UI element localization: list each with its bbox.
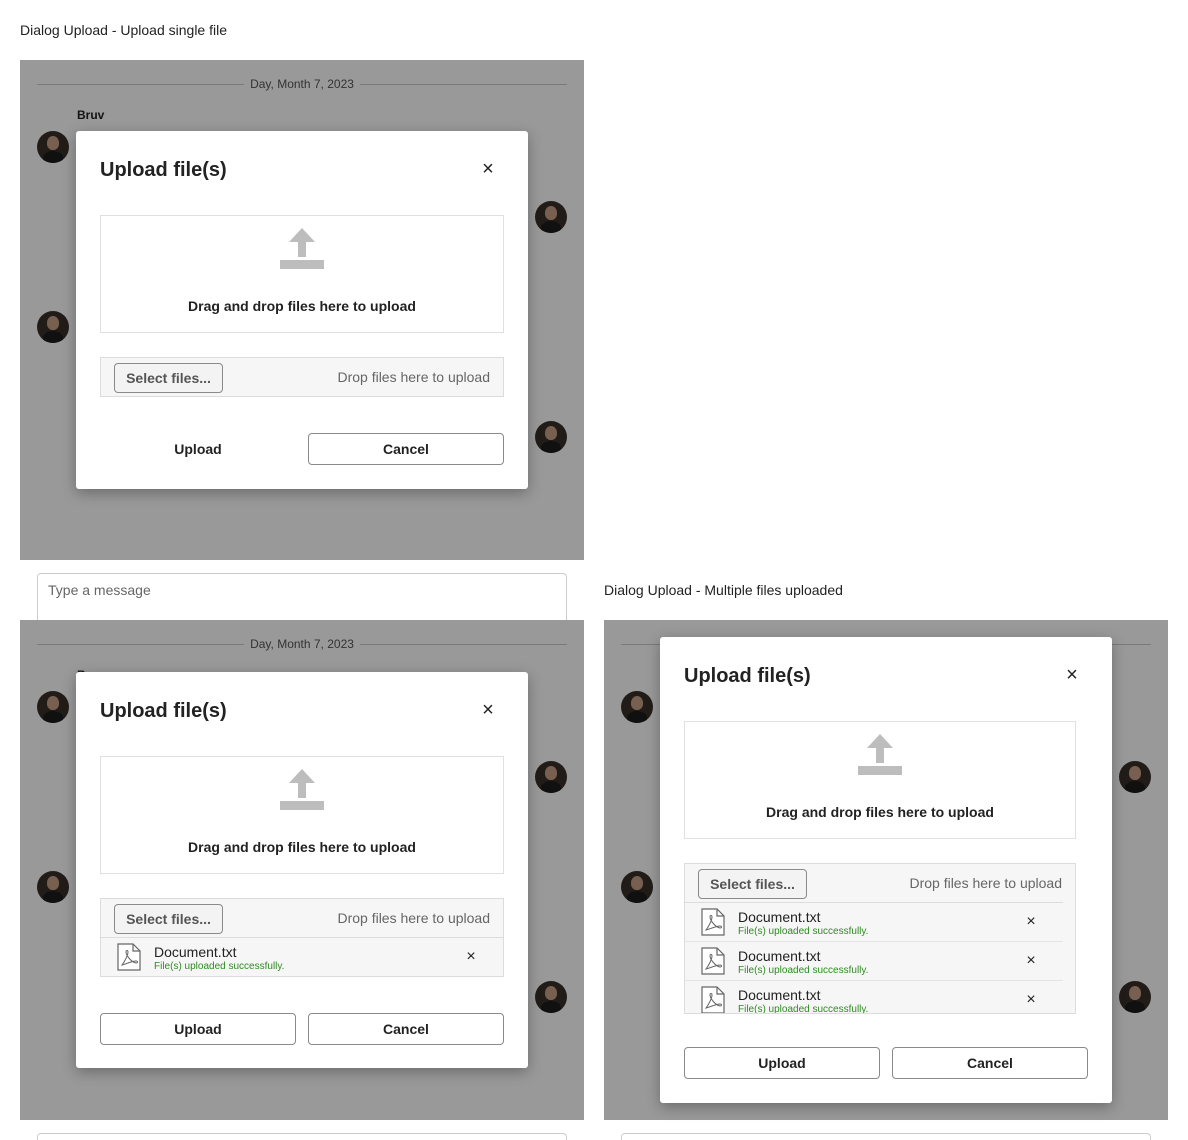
upload-arrow-icon: [280, 769, 324, 810]
file-name: Document.txt: [154, 944, 237, 960]
pdf-file-icon: [701, 947, 725, 975]
file-uploader: Select files... Drop files here to uploa…: [100, 898, 504, 977]
file-item: Document.txt File(s) uploaded successful…: [685, 903, 1063, 942]
message-composer[interactable]: Type a message: [37, 1133, 567, 1140]
remove-file-icon[interactable]: ×: [1021, 990, 1041, 1010]
remove-file-icon[interactable]: ×: [1021, 951, 1041, 971]
file-status: File(s) uploaded successfully.: [738, 926, 869, 937]
pdf-file-icon: [701, 908, 725, 936]
upload-arrow-icon: [280, 228, 324, 269]
upload-button[interactable]: Upload: [100, 1013, 296, 1045]
cancel-button[interactable]: Cancel: [308, 433, 504, 465]
message-composer[interactable]: Type a message: [621, 1133, 1151, 1140]
file-item: Document.txt File(s) uploaded successful…: [101, 938, 503, 976]
file-uploader: Select files... Drop files here to uploa…: [684, 863, 1076, 1014]
dropzone[interactable]: Drag and drop files here to upload: [684, 721, 1076, 839]
file-list: Document.txt File(s) uploaded successful…: [101, 937, 503, 976]
caption-multiple: Dialog Upload - Multiple files uploaded: [604, 582, 843, 598]
dropzone-text: Drag and drop files here to upload: [188, 839, 416, 855]
select-files-button[interactable]: Select files...: [698, 869, 807, 899]
file-item: Document.txt File(s) uploaded successful…: [685, 942, 1063, 981]
dialog-title: Upload file(s): [684, 665, 811, 687]
select-files-button[interactable]: Select files...: [114, 904, 223, 934]
message-composer[interactable]: Type a message: [37, 573, 567, 620]
file-status: File(s) uploaded successfully.: [154, 961, 285, 972]
upload-arrow-icon: [858, 734, 902, 775]
select-files-button[interactable]: Select files...: [114, 363, 223, 393]
cancel-button[interactable]: Cancel: [892, 1047, 1088, 1079]
drop-hint: Drop files here to upload: [337, 910, 490, 926]
upload-dialog: Upload file(s) × Drag and drop files her…: [76, 131, 528, 489]
caption-single: Dialog Upload - Upload single file: [20, 22, 228, 38]
file-status: File(s) uploaded successfully.: [738, 1004, 869, 1013]
dropzone[interactable]: Drag and drop files here to upload: [100, 215, 504, 333]
demo-frame-2: Day, Month 7, 2023 Bruv Type a message U…: [20, 620, 584, 1140]
upload-button[interactable]: Upload: [684, 1047, 880, 1079]
dialog-title: Upload file(s): [100, 159, 227, 181]
dropzone-text: Drag and drop files here to upload: [188, 298, 416, 314]
remove-file-icon[interactable]: ×: [1021, 912, 1041, 932]
upload-dialog: Upload file(s) × Drag and drop files her…: [660, 637, 1112, 1103]
dialog-title: Upload file(s): [100, 700, 227, 722]
remove-file-icon[interactable]: ×: [461, 947, 481, 967]
close-icon[interactable]: ×: [476, 698, 500, 722]
close-icon[interactable]: ×: [476, 157, 500, 181]
demo-frame-3: Day, Month 7, 2023 Bruv Type a message U…: [604, 620, 1168, 1140]
dropzone-text: Drag and drop files here to upload: [766, 804, 994, 820]
drop-hint: Drop files here to upload: [909, 875, 1062, 891]
file-name: Document.txt: [738, 948, 821, 964]
file-name: Document.txt: [738, 909, 821, 925]
file-uploader: Select files... Drop files here to uploa…: [100, 357, 504, 397]
file-list[interactable]: Document.txt File(s) uploaded successful…: [685, 902, 1063, 1013]
composer-placeholder: Type a message: [48, 582, 151, 598]
drop-hint: Drop files here to upload: [337, 369, 490, 385]
dropzone[interactable]: Drag and drop files here to upload: [100, 756, 504, 874]
file-status: File(s) uploaded successfully.: [738, 965, 869, 976]
upload-button[interactable]: Upload: [100, 433, 296, 465]
demo-frame-1: Day, Month 7, 2023 Bruv Type a message U…: [20, 60, 584, 620]
cancel-button[interactable]: Cancel: [308, 1013, 504, 1045]
close-icon[interactable]: ×: [1060, 663, 1084, 687]
pdf-file-icon: [117, 943, 141, 971]
file-name: Document.txt: [738, 987, 821, 1003]
upload-dialog: Upload file(s) × Drag and drop files her…: [76, 672, 528, 1068]
pdf-file-icon: [701, 986, 725, 1013]
file-item: Document.txt File(s) uploaded successful…: [685, 981, 1063, 1013]
